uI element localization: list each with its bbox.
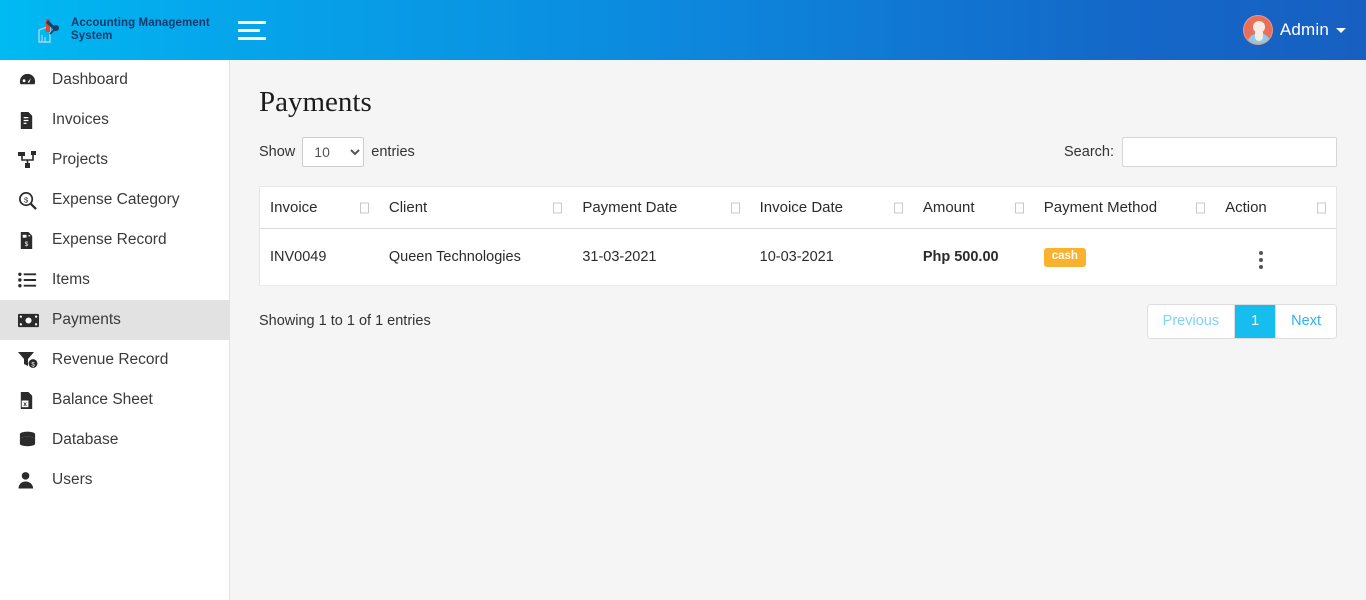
- column-label: Payment Method: [1043, 199, 1158, 216]
- sidebar-item-label: Users: [52, 471, 93, 489]
- sidebar-item-database[interactable]: Database: [0, 420, 229, 460]
- cell-amount: Php 500.00: [912, 228, 1034, 286]
- dashboard-icon: [18, 71, 44, 90]
- sidebar-item-items[interactable]: Items: [0, 260, 229, 300]
- sidebar-item-expense-record[interactable]: $ Expense Record: [0, 220, 229, 260]
- sort-indicator-icon: [553, 202, 563, 213]
- money-bill-icon: [18, 313, 44, 328]
- column-header-client[interactable]: Client: [378, 187, 573, 229]
- page-title: Payments: [259, 86, 372, 118]
- main-content: Payments Show 10 25 50 100 entries Searc…: [230, 60, 1366, 600]
- search-dollar-icon: $: [18, 191, 44, 210]
- sidebar-item-label: Items: [52, 271, 90, 289]
- column-label: Payment Date: [582, 199, 678, 216]
- sort-indicator-icon: [1317, 202, 1326, 213]
- column-label: Invoice: [270, 199, 318, 216]
- kebab-menu-icon[interactable]: [1257, 249, 1265, 271]
- sidebar-navigation: Dashboard Invoices Projects $ Expense Ca…: [0, 60, 230, 600]
- table-row: INV0049 Queen Technologies 31-03-2021 10…: [260, 228, 1336, 286]
- column-header-payment-method[interactable]: Payment Method: [1033, 187, 1216, 229]
- entries-length-select[interactable]: 10 25 50 100: [302, 137, 365, 167]
- sidebar-item-label: Dashboard: [52, 71, 128, 89]
- user-menu[interactable]: Admin: [1242, 15, 1366, 45]
- sidebar-item-label: Expense Category: [52, 191, 180, 209]
- payments-table: Invoice Client Payment Date Invoice Date: [260, 187, 1336, 286]
- sort-indicator-icon: [359, 202, 369, 213]
- database-icon: [18, 431, 44, 450]
- hamburger-icon[interactable]: [238, 15, 272, 45]
- pagination-next-button[interactable]: Next: [1276, 304, 1336, 338]
- hamburger-bar: [238, 28, 260, 32]
- table-controls: Show 10 25 50 100 entries Search:: [259, 136, 1337, 168]
- sidebar-item-label: Projects: [52, 151, 108, 169]
- column-label: Invoice Date: [759, 199, 844, 216]
- column-label: Action: [1225, 199, 1267, 216]
- cell-payment-date: 31-03-2021: [572, 228, 750, 286]
- table-footer: Showing 1 to 1 of 1 entries Previous 1 N…: [259, 302, 1337, 340]
- payments-table-container: Invoice Client Payment Date Invoice Date: [259, 186, 1337, 286]
- sidebar-item-dashboard[interactable]: Dashboard: [0, 60, 229, 100]
- table-info-text: Showing 1 to 1 of 1 entries: [259, 313, 431, 329]
- funnel-dollar-icon: $: [18, 351, 44, 369]
- column-header-payment-date[interactable]: Payment Date: [572, 187, 750, 229]
- brand-area[interactable]: Accounting Management System: [0, 0, 230, 60]
- invoice-file-icon: [18, 111, 44, 130]
- sidebar-item-label: Database: [52, 431, 119, 449]
- file-excel-icon: x: [18, 391, 44, 410]
- search-label: Search:: [1064, 144, 1114, 160]
- sidebar-item-projects[interactable]: Projects: [0, 140, 229, 180]
- column-label: Amount: [922, 199, 975, 216]
- cell-payment-method: cash: [1033, 228, 1216, 286]
- sort-indicator-icon: [893, 202, 903, 213]
- sidebar-item-invoices[interactable]: Invoices: [0, 100, 229, 140]
- search-area: Search:: [1064, 137, 1337, 167]
- sidebar-item-balance-sheet[interactable]: x Balance Sheet: [0, 380, 229, 420]
- cell-action: [1215, 228, 1336, 286]
- accounting-logo-icon: [36, 16, 62, 44]
- sort-indicator-icon: [1014, 202, 1024, 213]
- caret-down-icon: [1336, 27, 1346, 33]
- table-header-row: Invoice Client Payment Date Invoice Date: [260, 187, 1336, 229]
- hamburger-bar: [238, 36, 266, 40]
- user-icon: [18, 471, 44, 489]
- project-diagram-icon: [18, 151, 44, 169]
- show-entries-label: Show: [259, 144, 296, 160]
- hamburger-bar: [238, 20, 266, 24]
- column-header-invoice-date[interactable]: Invoice Date: [749, 187, 913, 229]
- sort-indicator-icon: [1196, 202, 1206, 213]
- search-input[interactable]: [1122, 137, 1337, 167]
- cell-client: Queen Technologies: [378, 228, 573, 286]
- sort-indicator-icon: [730, 202, 740, 213]
- status-badge: cash: [1043, 248, 1086, 267]
- sidebar-item-label: Invoices: [52, 111, 109, 129]
- pagination-previous-button[interactable]: Previous: [1147, 304, 1236, 338]
- cell-invoice-date: 10-03-2021: [749, 228, 913, 286]
- brand-title: Accounting Management System: [71, 17, 210, 42]
- pagination: Previous 1 Next: [1146, 303, 1337, 339]
- svg-text:x: x: [23, 401, 27, 408]
- sidebar-item-label: Revenue Record: [52, 351, 169, 369]
- pagination-page-1-button[interactable]: 1: [1235, 304, 1277, 338]
- sidebar-item-users[interactable]: Users: [0, 460, 229, 500]
- column-header-invoice[interactable]: Invoice: [260, 187, 379, 229]
- cell-invoice: INV0049: [260, 228, 379, 286]
- svg-text:$: $: [24, 195, 29, 204]
- top-header-bar: Accounting Management System Admin: [0, 0, 1366, 60]
- file-invoice-dollar-icon: $: [18, 231, 44, 250]
- user-avatar: [1242, 15, 1273, 45]
- user-name-label: Admin: [1279, 20, 1329, 39]
- svg-text:$: $: [25, 241, 29, 248]
- column-label: Client: [388, 199, 428, 216]
- sidebar-item-label: Expense Record: [52, 231, 167, 249]
- sidebar-item-payments[interactable]: Payments: [0, 300, 229, 340]
- list-icon: [18, 272, 44, 288]
- sidebar-item-expense-category[interactable]: $ Expense Category: [0, 180, 229, 220]
- sidebar-item-label: Payments: [52, 311, 121, 329]
- column-header-action[interactable]: Action: [1215, 187, 1336, 229]
- sidebar-item-revenue-record[interactable]: $ Revenue Record: [0, 340, 229, 380]
- sidebar-item-label: Balance Sheet: [52, 391, 153, 409]
- entries-word-label: entries: [371, 144, 415, 160]
- column-header-amount[interactable]: Amount: [912, 187, 1034, 229]
